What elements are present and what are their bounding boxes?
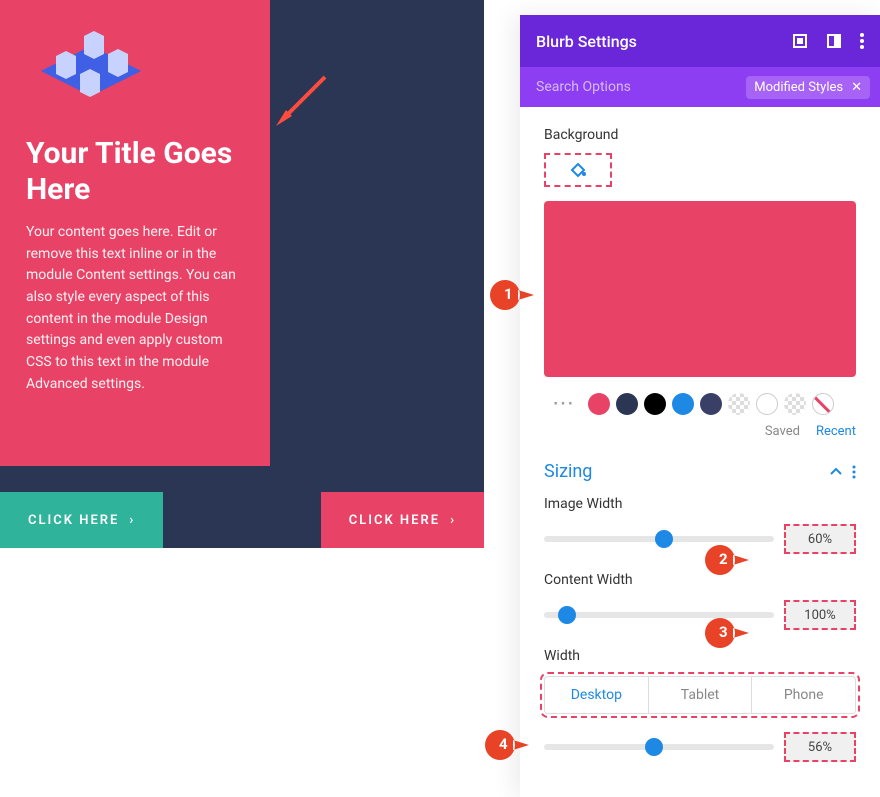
background-preview[interactable] (544, 201, 856, 377)
chevron-right-icon: › (129, 513, 135, 528)
panel-actions (792, 33, 864, 49)
paint-bucket-icon (569, 161, 587, 179)
panel-header: Blurb Settings (520, 15, 880, 67)
click-here-button-right[interactable]: CLICK HERE › (321, 492, 484, 548)
width-group: Width Desktop Tablet Phone 56% (544, 648, 856, 762)
panel-body: Background ⋯ Saved Recent Sizing (520, 107, 880, 797)
content-width-group: Content Width 100% (544, 572, 856, 630)
chevron-up-icon[interactable] (830, 466, 842, 478)
swatch-none[interactable] (812, 393, 834, 415)
saved-tab[interactable]: Saved (765, 424, 800, 439)
tab-desktop[interactable]: Desktop (545, 677, 648, 713)
image-width-slider[interactable] (544, 536, 774, 542)
swatch-pink[interactable] (588, 393, 610, 415)
width-label: Width (544, 648, 856, 664)
palette-tabs: Saved Recent (544, 424, 856, 439)
image-width-group: Image Width 60% (544, 496, 856, 554)
swatch-black[interactable] (644, 393, 666, 415)
preview-area: Your Title Goes Here Your content goes h… (0, 0, 484, 548)
content-width-value[interactable]: 100% (784, 600, 856, 630)
swatch-navy[interactable] (616, 393, 638, 415)
swatch-blue[interactable] (672, 393, 694, 415)
blurb-card: Your Title Goes Here Your content goes h… (0, 0, 270, 466)
kebab-menu-icon[interactable] (860, 33, 864, 49)
click-here-button-left[interactable]: CLICK HERE › (0, 492, 163, 548)
image-width-value[interactable]: 60% (784, 524, 856, 554)
annotation-arrow (270, 72, 330, 132)
section-title: Sizing (544, 461, 592, 482)
close-icon[interactable]: ✕ (851, 80, 862, 95)
kebab-menu-icon[interactable] (852, 465, 856, 479)
button-label: CLICK HERE (349, 513, 440, 528)
width-slider[interactable] (544, 744, 774, 750)
filter-chip[interactable]: Modified Styles ✕ (746, 76, 870, 99)
blurb-isometric-icon (26, 26, 156, 116)
content-width-label: Content Width (544, 572, 856, 588)
blurb-body[interactable]: Your content goes here. Edit or remove t… (26, 222, 244, 396)
swatch-transparent[interactable] (728, 393, 750, 415)
image-width-label: Image Width (544, 496, 856, 512)
blurb-title[interactable]: Your Title Goes Here (26, 136, 244, 208)
search-input[interactable]: Search Options (536, 79, 631, 95)
button-row: CLICK HERE › CLICK HERE › (0, 492, 484, 548)
sizing-section-header[interactable]: Sizing (544, 461, 856, 482)
expand-icon[interactable] (792, 33, 808, 49)
content-width-slider[interactable] (544, 612, 774, 618)
chip-label: Modified Styles (754, 80, 843, 95)
swatch-transparent-2[interactable] (784, 393, 806, 415)
more-icon[interactable]: ⋯ (552, 391, 574, 416)
responsive-tabs: Desktop Tablet Phone (544, 676, 856, 714)
panel-title: Blurb Settings (536, 32, 637, 51)
color-swatches: ⋯ (544, 391, 856, 416)
tab-phone[interactable]: Phone (751, 677, 855, 713)
width-value[interactable]: 56% (784, 732, 856, 762)
background-label: Background (544, 127, 856, 143)
settings-panel: Blurb Settings Search Options Modified S… (520, 15, 880, 797)
button-label: CLICK HERE (28, 513, 119, 528)
background-color-tab[interactable] (544, 153, 612, 187)
search-row: Search Options Modified Styles ✕ (520, 67, 880, 107)
recent-tab[interactable]: Recent (816, 424, 856, 439)
dock-icon[interactable] (826, 33, 842, 49)
swatch-darknavy[interactable] (700, 393, 722, 415)
swatch-white[interactable] (756, 393, 778, 415)
tab-tablet[interactable]: Tablet (648, 677, 752, 713)
chevron-right-icon: › (450, 513, 456, 528)
